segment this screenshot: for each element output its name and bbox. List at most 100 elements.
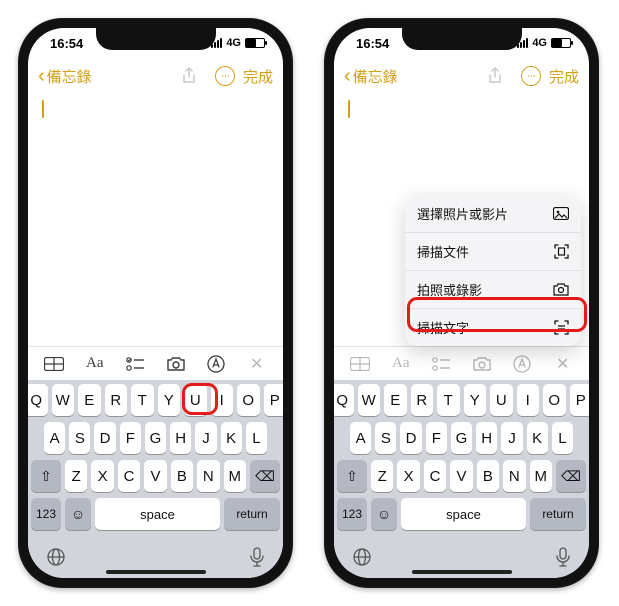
key-P[interactable]: P <box>264 384 284 416</box>
key-M[interactable]: M <box>224 460 246 492</box>
markup-icon[interactable] <box>201 355 231 373</box>
more-button[interactable]: ··· <box>521 66 541 86</box>
key-I[interactable]: I <box>517 384 540 416</box>
key-R[interactable]: R <box>411 384 434 416</box>
key-X[interactable]: X <box>91 460 113 492</box>
key-Q[interactable]: Q <box>334 384 354 416</box>
key-C[interactable]: C <box>424 460 446 492</box>
globe-icon[interactable] <box>46 547 66 567</box>
key-V[interactable]: V <box>144 460 166 492</box>
key-S[interactable]: S <box>69 422 90 454</box>
key-Q[interactable]: Q <box>28 384 48 416</box>
key-U[interactable]: U <box>184 384 207 416</box>
key-Z[interactable]: Z <box>371 460 393 492</box>
nav-bar: ‹ 備忘錄 ··· 完成 <box>334 58 589 94</box>
key-O[interactable]: O <box>237 384 260 416</box>
key-V[interactable]: V <box>450 460 472 492</box>
key-J[interactable]: J <box>501 422 522 454</box>
menu-item-scan-document[interactable]: 掃描文件 <box>405 233 581 271</box>
text-format-button[interactable]: Aa <box>386 355 416 372</box>
status-time: 16:54 <box>50 36 83 51</box>
emoji-key[interactable]: ☺ <box>65 498 91 530</box>
shift-key[interactable]: ⇧ <box>337 460 367 492</box>
return-key[interactable]: return <box>530 498 586 530</box>
space-key[interactable]: space <box>401 498 526 530</box>
menu-label: 選擇照片或影片 <box>417 204 508 223</box>
key-Z[interactable]: Z <box>65 460 87 492</box>
key-M[interactable]: M <box>530 460 552 492</box>
key-T[interactable]: T <box>131 384 154 416</box>
done-button[interactable]: 完成 <box>549 66 579 87</box>
close-toolbar-button[interactable]: ✕ <box>242 354 272 374</box>
camera-button[interactable] <box>467 356 497 372</box>
share-icon[interactable] <box>181 67 207 85</box>
back-button[interactable]: ‹ 備忘錄 <box>344 66 398 87</box>
keyboard: QWERTYUIOP ASDFGHJKL ⇧ ZXCVBNM ⌫ 123 ☺ s… <box>334 380 589 542</box>
key-Y[interactable]: Y <box>464 384 487 416</box>
note-body[interactable] <box>28 94 283 346</box>
key-N[interactable]: N <box>197 460 219 492</box>
key-W[interactable]: W <box>52 384 75 416</box>
checklist-icon[interactable] <box>120 357 150 371</box>
share-icon[interactable] <box>487 67 513 85</box>
menu-item-scan-text[interactable]: 掃描文字 <box>405 309 581 346</box>
key-X[interactable]: X <box>397 460 419 492</box>
key-K[interactable]: K <box>527 422 548 454</box>
key-F[interactable]: F <box>426 422 447 454</box>
shift-key[interactable]: ⇧ <box>31 460 61 492</box>
key-T[interactable]: T <box>437 384 460 416</box>
return-key[interactable]: return <box>224 498 280 530</box>
key-K[interactable]: K <box>221 422 242 454</box>
key-A[interactable]: A <box>350 422 371 454</box>
key-L[interactable]: L <box>552 422 573 454</box>
key-B[interactable]: B <box>171 460 193 492</box>
note-body[interactable]: 選擇照片或影片 掃描文件 拍照或錄影 <box>334 94 589 346</box>
done-button[interactable]: 完成 <box>243 66 273 87</box>
key-H[interactable]: H <box>170 422 191 454</box>
key-N[interactable]: N <box>503 460 525 492</box>
key-G[interactable]: G <box>145 422 166 454</box>
mic-icon[interactable] <box>555 547 571 567</box>
key-E[interactable]: E <box>78 384 101 416</box>
camera-button[interactable] <box>161 356 191 372</box>
backspace-key[interactable]: ⌫ <box>250 460 280 492</box>
key-D[interactable]: D <box>400 422 421 454</box>
key-J[interactable]: J <box>195 422 216 454</box>
markup-icon[interactable] <box>507 355 537 373</box>
key-O[interactable]: O <box>543 384 566 416</box>
key-I[interactable]: I <box>211 384 234 416</box>
backspace-key[interactable]: ⌫ <box>556 460 586 492</box>
table-icon[interactable] <box>345 357 375 371</box>
key-W[interactable]: W <box>358 384 381 416</box>
close-toolbar-button[interactable]: ✕ <box>548 354 578 374</box>
key-S[interactable]: S <box>375 422 396 454</box>
text-format-button[interactable]: Aa <box>80 355 110 372</box>
more-button[interactable]: ··· <box>215 66 235 86</box>
format-toolbar: Aa ✕ <box>334 346 589 380</box>
scan-document-icon <box>554 244 569 259</box>
emoji-key[interactable]: ☺ <box>371 498 397 530</box>
key-H[interactable]: H <box>476 422 497 454</box>
key-Y[interactable]: Y <box>158 384 181 416</box>
key-R[interactable]: R <box>105 384 128 416</box>
menu-item-choose-photo[interactable]: 選擇照片或影片 <box>405 195 581 233</box>
checklist-icon[interactable] <box>426 357 456 371</box>
menu-item-take-photo[interactable]: 拍照或錄影 <box>405 271 581 309</box>
mic-icon[interactable] <box>249 547 265 567</box>
key-D[interactable]: D <box>94 422 115 454</box>
key-B[interactable]: B <box>477 460 499 492</box>
back-button[interactable]: ‹ 備忘錄 <box>38 66 92 87</box>
key-E[interactable]: E <box>384 384 407 416</box>
key-G[interactable]: G <box>451 422 472 454</box>
key-C[interactable]: C <box>118 460 140 492</box>
key-U[interactable]: U <box>490 384 513 416</box>
key-L[interactable]: L <box>246 422 267 454</box>
globe-icon[interactable] <box>352 547 372 567</box>
space-key[interactable]: space <box>95 498 220 530</box>
key-F[interactable]: F <box>120 422 141 454</box>
numbers-key[interactable]: 123 <box>31 498 61 530</box>
key-P[interactable]: P <box>570 384 590 416</box>
key-A[interactable]: A <box>44 422 65 454</box>
table-icon[interactable] <box>39 357 69 371</box>
numbers-key[interactable]: 123 <box>337 498 367 530</box>
